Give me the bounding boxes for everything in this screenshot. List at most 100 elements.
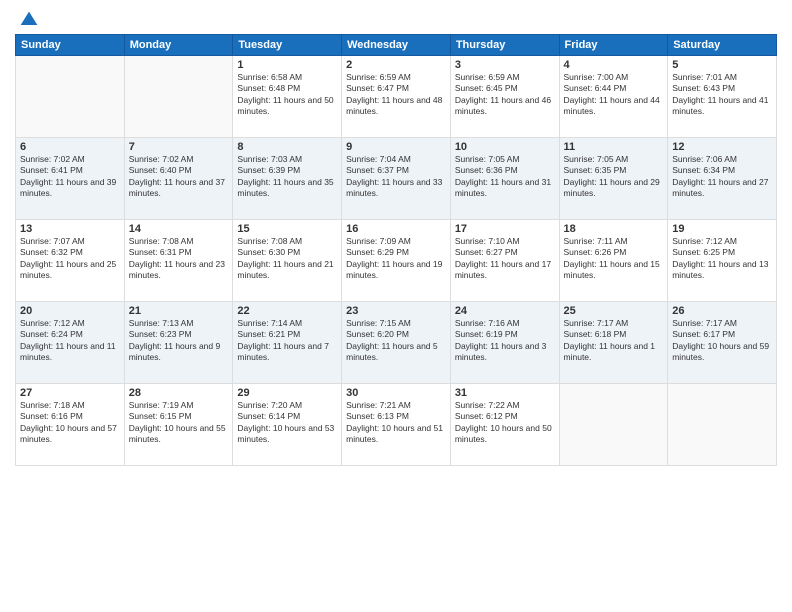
day-info-line: Daylight: 11 hours and 31 minutes. xyxy=(455,177,551,198)
day-info-line: Sunset: 6:48 PM xyxy=(237,83,300,93)
day-info-line: Sunrise: 7:07 AM xyxy=(20,236,85,246)
day-number: 23 xyxy=(346,305,446,317)
day-number: 20 xyxy=(20,305,120,317)
day-info-line: Sunrise: 7:05 AM xyxy=(455,154,520,164)
day-info-line: Sunset: 6:43 PM xyxy=(672,83,735,93)
calendar-table: Sunday Monday Tuesday Wednesday Thursday… xyxy=(15,34,777,466)
day-info-line: Daylight: 11 hours and 15 minutes. xyxy=(564,259,660,280)
table-row xyxy=(124,56,233,138)
day-info-line: Daylight: 11 hours and 50 minutes. xyxy=(237,95,333,116)
table-row: 29Sunrise: 7:20 AMSunset: 6:14 PM Dayligh… xyxy=(233,384,342,466)
day-info-line: Sunset: 6:32 PM xyxy=(20,247,83,257)
day-info: Sunrise: 7:18 AMSunset: 6:16 PMDaylight:… xyxy=(20,400,120,446)
day-info-line: Sunrise: 7:22 AM xyxy=(455,400,520,410)
day-info-line: Sunrise: 7:12 AM xyxy=(20,318,85,328)
day-info-line: Daylight: 11 hours and 21 minutes. xyxy=(237,259,333,280)
day-info-line: Sunrise: 6:58 AM xyxy=(237,72,302,82)
header-thursday: Thursday xyxy=(450,35,559,56)
table-row: 20Sunrise: 7:12 AMSunset: 6:24 PMDayligh… xyxy=(16,302,125,384)
day-info-line: Sunrise: 7:02 AM xyxy=(129,154,194,164)
header xyxy=(15,10,777,26)
day-info-line: Sunrise: 7:08 AM xyxy=(237,236,302,246)
day-info: Sunrise: 7:08 AMSunset: 6:31 PMDaylight:… xyxy=(129,236,229,282)
table-row: 10Sunrise: 7:05 AMSunset: 6:36 PMDayligh… xyxy=(450,138,559,220)
day-info-line: Sunrise: 7:01 AM xyxy=(672,72,737,82)
day-number: 25 xyxy=(564,305,664,317)
day-number: 4 xyxy=(564,59,664,71)
day-info-line: Daylight: 11 hours and 1 minute. xyxy=(564,341,656,362)
header-saturday: Saturday xyxy=(668,35,777,56)
day-info: Sunrise: 7:14 AMSunset: 6:21 PM Daylight:… xyxy=(237,318,337,364)
day-info-line: Daylight: 11 hours and 13 minutes. xyxy=(672,259,768,280)
day-info-line: Sunset: 6:39 PM xyxy=(237,165,300,175)
table-row: 7Sunrise: 7:02 AMSunset: 6:40 PMDaylight… xyxy=(124,138,233,220)
table-row: 15Sunrise: 7:08 AMSunset: 6:30 PMDayligh… xyxy=(233,220,342,302)
day-info: Sunrise: 7:09 AMSunset: 6:29 PM Daylight:… xyxy=(346,236,446,282)
day-info: Sunrise: 7:16 AMSunset: 6:19 PMDaylight:… xyxy=(455,318,555,364)
day-info-line: Sunrise: 7:15 AM xyxy=(346,318,411,328)
table-row: 22Sunrise: 7:14 AMSunset: 6:21 PMDayligh… xyxy=(233,302,342,384)
day-info-line: Daylight: 10 hours and 53 minutes. xyxy=(237,423,334,444)
day-info-line: Sunset: 6:14 PM xyxy=(237,411,300,421)
table-row: 19Sunrise: 7:12 AMSunset: 6:25 PMDayligh… xyxy=(668,220,777,302)
day-info-line: Sunset: 6:24 PM xyxy=(20,329,83,339)
calendar-week-row: 13Sunrise: 7:07 AMSunset: 6:32 PMDayligh… xyxy=(16,220,777,302)
day-info-line: Sunset: 6:26 PM xyxy=(564,247,627,257)
table-row: 27Sunrise: 7:18 AMSunset: 6:16 PMDayligh… xyxy=(16,384,125,466)
day-info-line: Sunset: 6:12 PM xyxy=(455,411,518,421)
day-number: 26 xyxy=(672,305,772,317)
day-number: 24 xyxy=(455,305,555,317)
day-info-line: Daylight: 11 hours and 19 minutes. xyxy=(346,259,442,280)
day-number: 17 xyxy=(455,223,555,235)
day-number: 21 xyxy=(129,305,229,317)
day-info-line: Daylight: 11 hours and 25 minutes. xyxy=(20,259,116,280)
day-info-line: Sunrise: 7:17 AM xyxy=(672,318,737,328)
day-number: 31 xyxy=(455,387,555,399)
day-info-line: Daylight: 11 hours and 23 minutes. xyxy=(129,259,225,280)
day-info-line: Daylight: 11 hours and 46 minutes. xyxy=(455,95,551,116)
day-number: 3 xyxy=(455,59,555,71)
day-info-line: Sunrise: 7:14 AM xyxy=(237,318,302,328)
day-info: Sunrise: 7:17 AMSunset: 6:17 PMDaylight:… xyxy=(672,318,772,364)
day-info: Sunrise: 7:12 AMSunset: 6:24 PMDaylight:… xyxy=(20,318,120,364)
day-info-line: Daylight: 11 hours and 9 minutes. xyxy=(129,341,221,362)
day-info-line: Sunset: 6:17 PM xyxy=(672,329,735,339)
day-info: Sunrise: 7:02 AMSunset: 6:40 PMDaylight:… xyxy=(129,154,229,200)
day-info-line: Daylight: 11 hours and 48 minutes. xyxy=(346,95,442,116)
day-info: Sunrise: 7:05 AMSunset: 6:36 PMDaylight:… xyxy=(455,154,555,200)
day-info-line: Sunset: 6:44 PM xyxy=(564,83,627,93)
day-info-line: Sunset: 6:25 PM xyxy=(672,247,735,257)
table-row: 17Sunrise: 7:10 AMSunset: 6:27 PMDayligh… xyxy=(450,220,559,302)
table-row xyxy=(668,384,777,466)
table-row: 3Sunrise: 6:59 AMSunset: 6:45 PMDaylight… xyxy=(450,56,559,138)
day-number: 29 xyxy=(237,387,337,399)
day-info: Sunrise: 7:04 AMSunset: 6:37 PMDaylight:… xyxy=(346,154,446,200)
day-info-line: Sunrise: 7:08 AM xyxy=(129,236,194,246)
day-info: Sunrise: 6:58 AMSunset: 6:48 PM Daylight:… xyxy=(237,72,337,118)
day-number: 10 xyxy=(455,141,555,153)
day-info: Sunrise: 7:21 AMSunset: 6:13 PMDaylight:… xyxy=(346,400,446,446)
day-info: Sunrise: 7:08 AMSunset: 6:30 PMDaylight:… xyxy=(237,236,337,282)
day-number: 27 xyxy=(20,387,120,399)
day-info-line: Sunrise: 7:20 AM xyxy=(237,400,302,410)
day-number: 1 xyxy=(237,59,337,71)
day-info-line: Sunset: 6:27 PM xyxy=(455,247,518,257)
day-info-line: Daylight: 11 hours and 7 minutes. xyxy=(237,341,329,362)
day-info-line: Sunrise: 7:11 AM xyxy=(564,236,628,246)
day-info-line: Sunrise: 7:10 AM xyxy=(455,236,520,246)
day-number: 11 xyxy=(564,141,664,153)
day-info-line: Sunset: 6:21 PM xyxy=(237,329,300,339)
day-info-line: Sunrise: 7:12 AM xyxy=(672,236,737,246)
table-row: 31Sunrise: 7:22 AMSunset: 6:12 PMDayligh… xyxy=(450,384,559,466)
day-info-line: Sunrise: 7:06 AM xyxy=(672,154,737,164)
day-info-line: Sunset: 6:18 PM xyxy=(564,329,627,339)
day-info: Sunrise: 7:01 AMSunset: 6:43 PMDaylight:… xyxy=(672,72,772,118)
day-info-line: Sunset: 6:23 PM xyxy=(129,329,192,339)
calendar-week-row: 20Sunrise: 7:12 AMSunset: 6:24 PMDayligh… xyxy=(16,302,777,384)
day-info-line: Sunset: 6:29 PM xyxy=(346,247,409,257)
day-info-line: Sunset: 6:15 PM xyxy=(129,411,192,421)
day-info-line: Sunrise: 7:03 AM xyxy=(237,154,302,164)
day-info-line: Sunset: 6:47 PM xyxy=(346,83,409,93)
table-row: 12Sunrise: 7:06 AMSunset: 6:34 PMDayligh… xyxy=(668,138,777,220)
day-info-line: Sunrise: 7:09 AM xyxy=(346,236,411,246)
